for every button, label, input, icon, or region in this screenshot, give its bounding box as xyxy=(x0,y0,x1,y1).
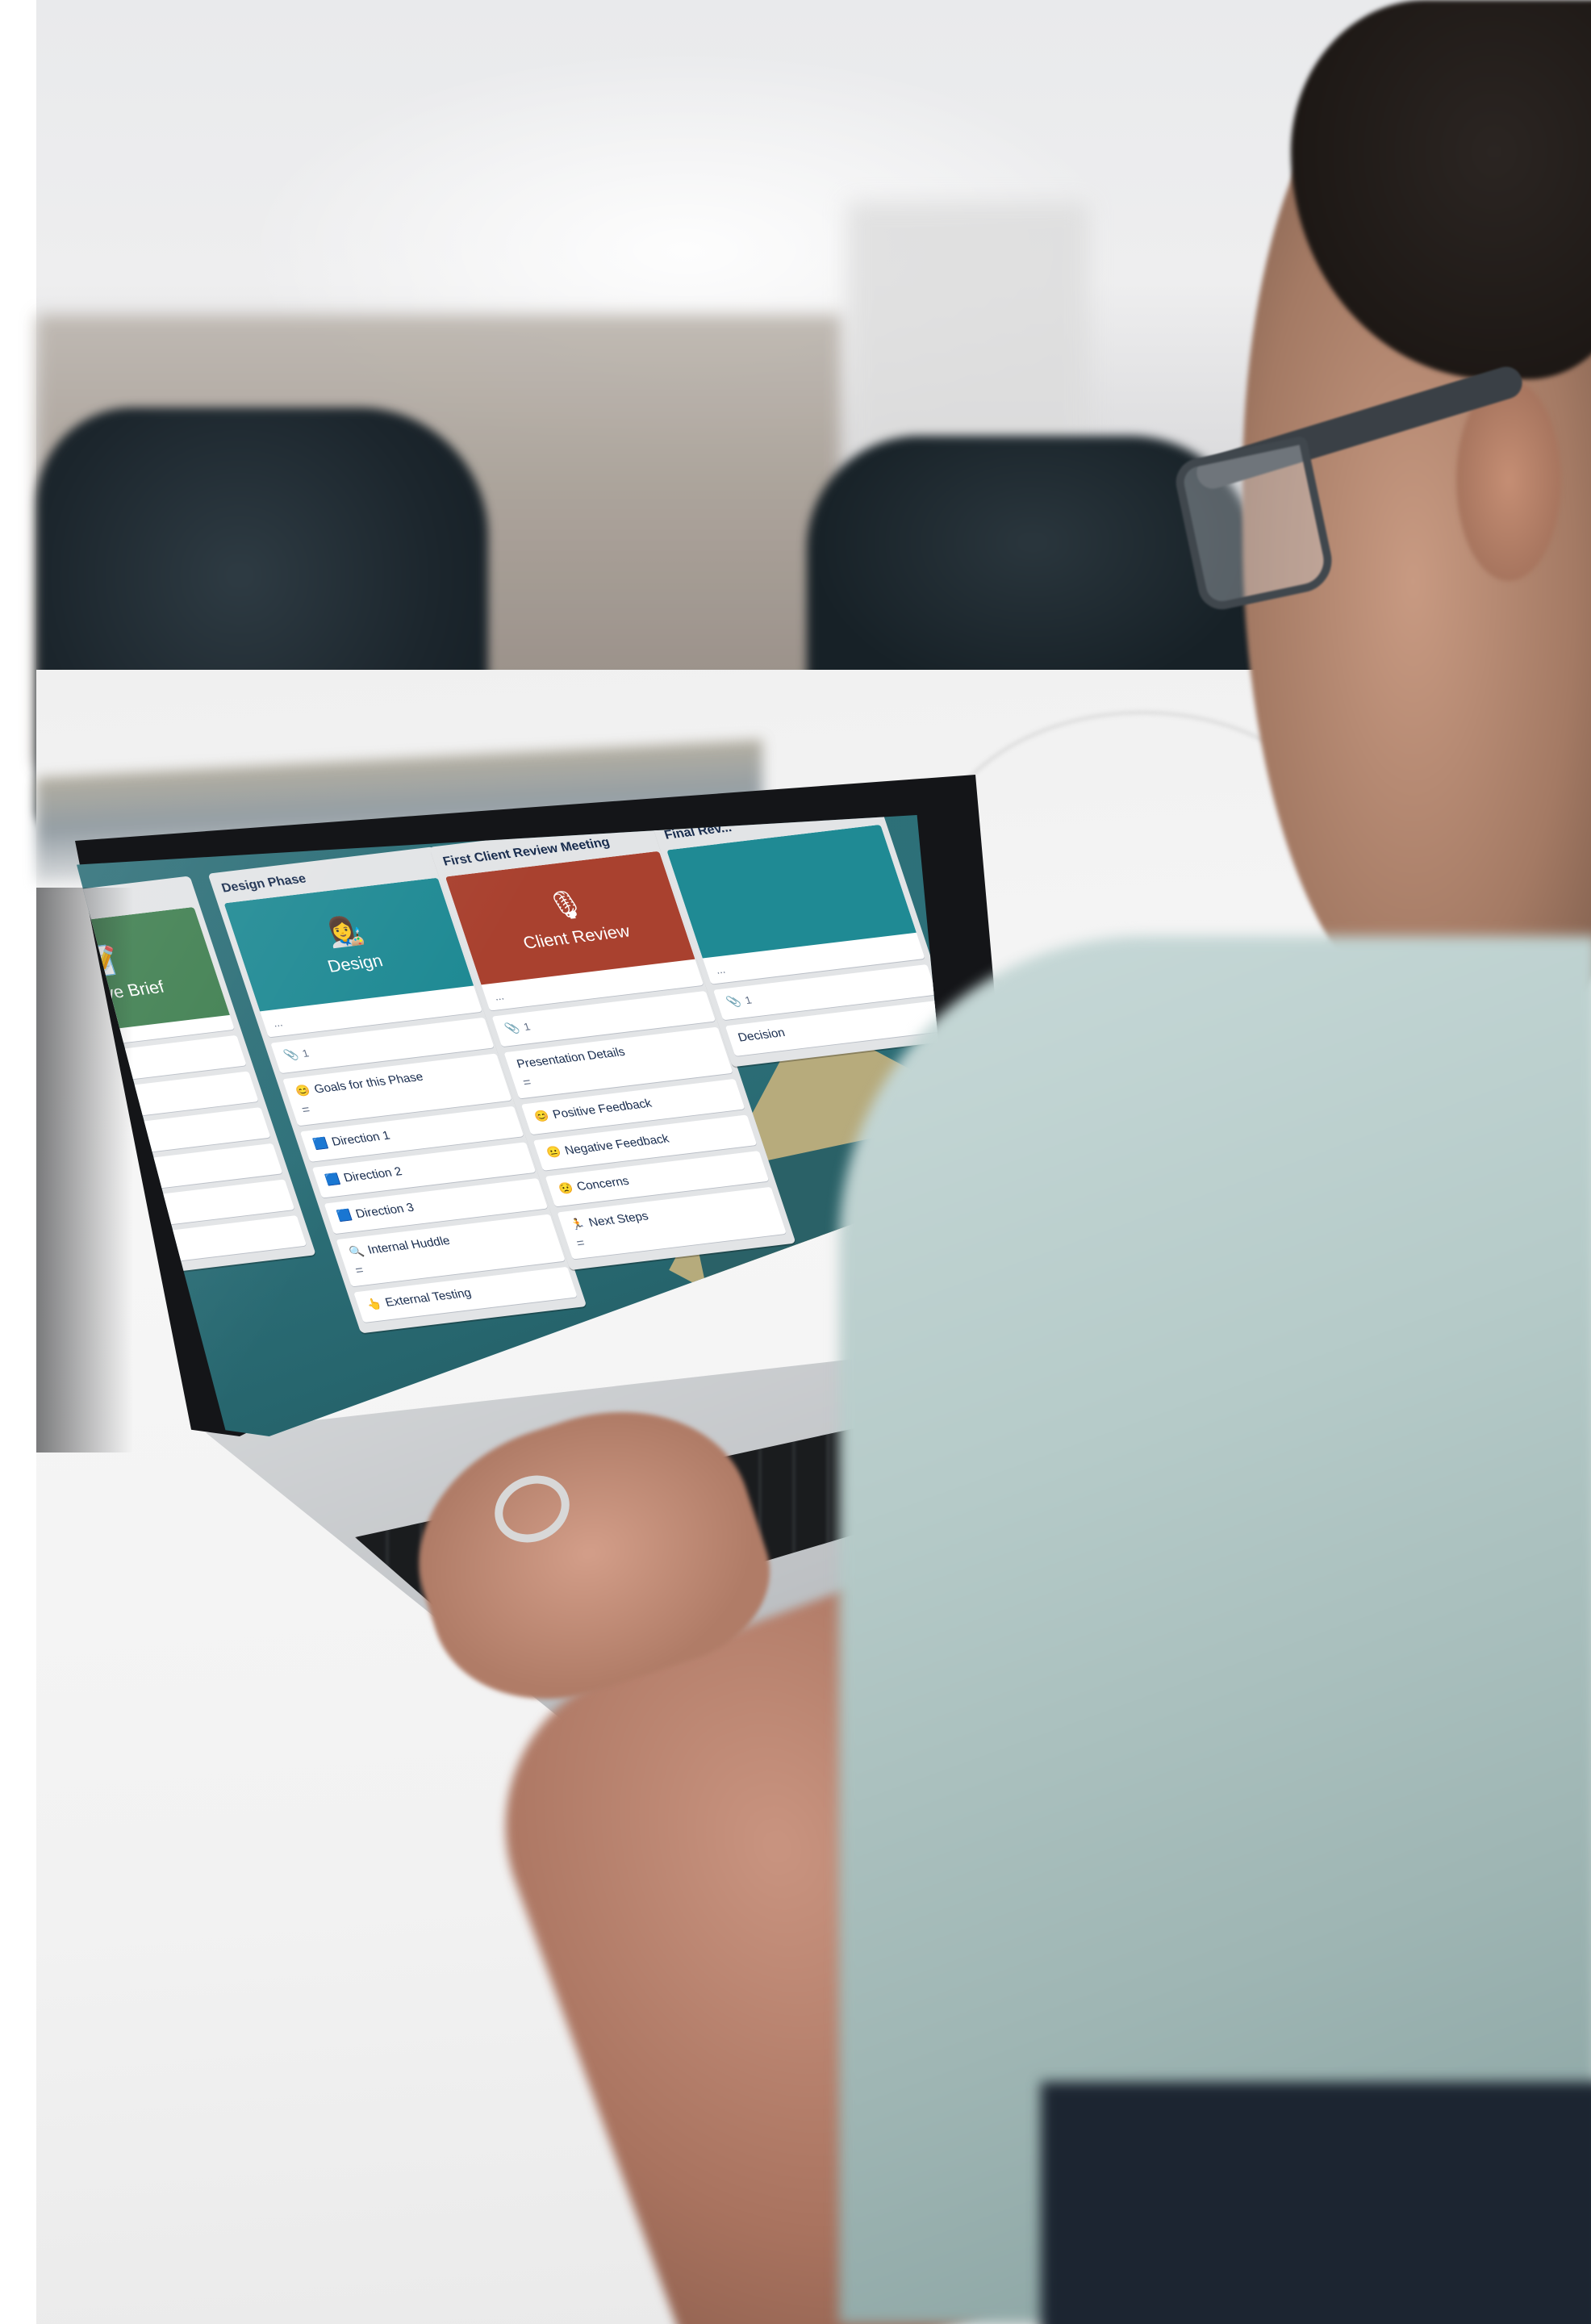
card-title: Positive Feedback xyxy=(551,1097,654,1122)
card-emoji-icon: 🟦 xyxy=(324,1172,342,1187)
cover-emoji-icon: 👩‍🎨 xyxy=(321,914,368,950)
card-emoji-icon: 🏃 xyxy=(568,1217,587,1232)
cover-card[interactable]: ... xyxy=(666,824,925,984)
attachment-count: 1 xyxy=(521,1020,532,1033)
cover-label: Client Review xyxy=(520,920,633,952)
card-emoji-icon: 😐 xyxy=(545,1145,563,1160)
white-margin xyxy=(0,0,36,2324)
screen-edge-shadow xyxy=(36,888,133,1452)
card-emoji-icon: 🟦 xyxy=(311,1136,330,1152)
card-title: Negative Feedback xyxy=(563,1132,671,1158)
card-title: Direction 1 xyxy=(330,1129,392,1149)
photo-scene: e Brief📝Creative Briefal this Phasencess… xyxy=(0,0,1591,2324)
card-title: Concerns xyxy=(575,1175,631,1193)
card-emoji-icon: 😟 xyxy=(557,1181,575,1196)
card-title: External Testing xyxy=(383,1286,474,1310)
card-emoji-icon: 😊 xyxy=(532,1110,551,1124)
cover-card[interactable]: 🎙 Client Review... xyxy=(445,851,704,1011)
card-title: Direction 3 xyxy=(353,1201,416,1221)
card-emoji-icon: 👆 xyxy=(365,1297,384,1312)
card-emoji-icon: 🔍 xyxy=(347,1244,366,1260)
cover-emoji-icon: 🎙 xyxy=(542,888,590,923)
person-jeans xyxy=(1041,2082,1591,2324)
card-emoji-icon: 🟦 xyxy=(336,1209,354,1223)
attachment-icon: 📎 xyxy=(282,1048,301,1063)
attachment-count: 1 xyxy=(300,1047,311,1060)
attachment-icon: 📎 xyxy=(725,995,743,1009)
card-title: Direction 2 xyxy=(342,1165,404,1185)
card-title: Decision xyxy=(736,1026,787,1045)
card-emoji-icon: 😊 xyxy=(294,1084,312,1098)
cover-card[interactable]: 👩‍🎨 Design... xyxy=(223,877,482,1038)
attachment-count: 1 xyxy=(743,993,754,1006)
card-title: Next Steps xyxy=(587,1210,650,1230)
cover-label: Design xyxy=(324,950,386,976)
attachment-icon: 📎 xyxy=(503,1022,522,1036)
